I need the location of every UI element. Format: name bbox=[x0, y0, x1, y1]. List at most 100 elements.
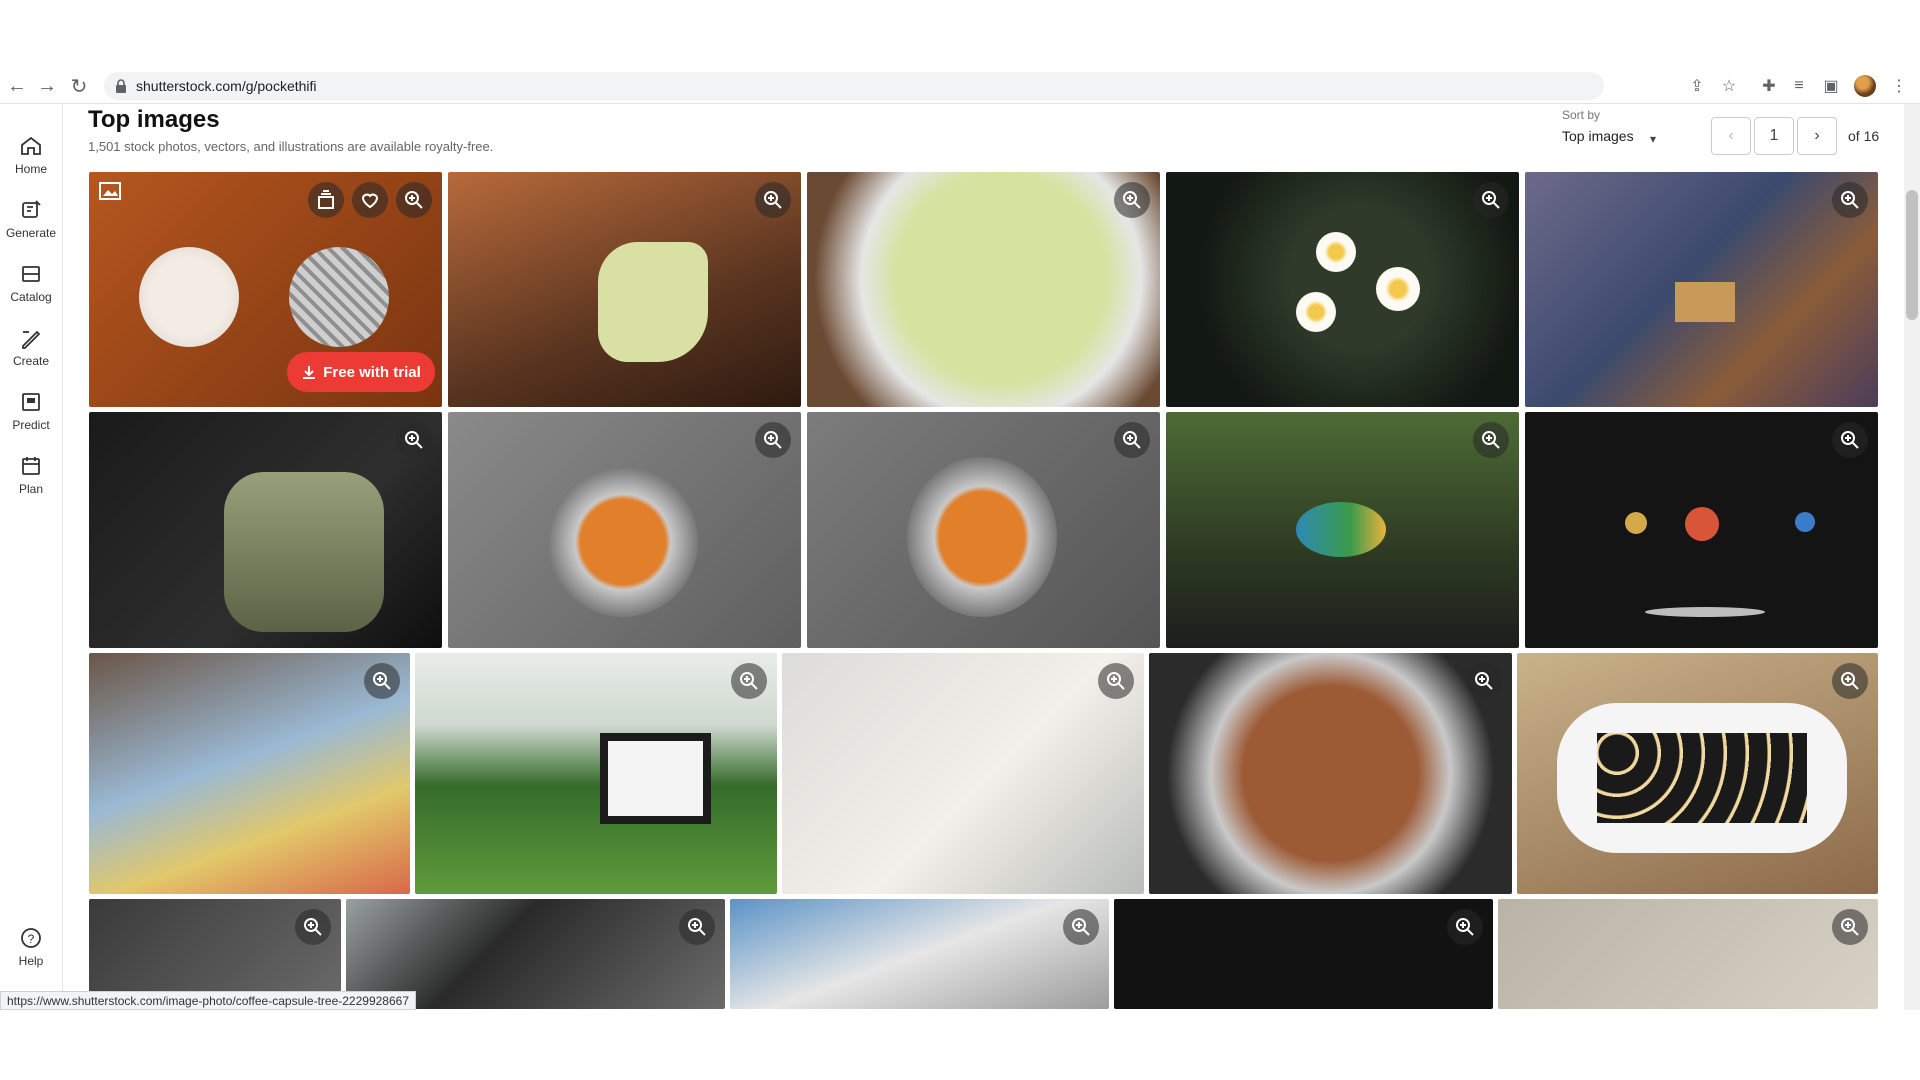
status-url: https://www.shutterstock.com/image-photo… bbox=[0, 991, 416, 1010]
sidebar-item-label: Help bbox=[18, 954, 44, 968]
address-bar[interactable]: shutterstock.com/g/pockethifi bbox=[104, 72, 1604, 100]
home-icon bbox=[21, 136, 41, 155]
image-content bbox=[1675, 282, 1735, 322]
image-content bbox=[1685, 507, 1719, 541]
image-tile[interactable] bbox=[1166, 412, 1519, 648]
image-content bbox=[1296, 292, 1336, 332]
sidebar-item-label: Plan bbox=[18, 482, 44, 496]
image-tile[interactable] bbox=[1166, 172, 1519, 407]
image-tile[interactable] bbox=[1498, 899, 1878, 1009]
free-with-trial-button[interactable]: Free with trial bbox=[287, 352, 435, 392]
image-tile[interactable] bbox=[448, 412, 801, 648]
zoom-icon[interactable] bbox=[396, 182, 432, 218]
trial-label: Free with trial bbox=[323, 363, 421, 381]
zoom-icon[interactable] bbox=[364, 663, 400, 699]
profile-avatar[interactable] bbox=[1854, 75, 1876, 97]
sidebar-item-generate[interactable]: Generate bbox=[0, 198, 62, 242]
image-tile[interactable] bbox=[1525, 172, 1878, 407]
svg-text:?: ? bbox=[28, 932, 35, 946]
zoom-icon[interactable] bbox=[1114, 422, 1150, 458]
page-title: Top images bbox=[88, 106, 220, 133]
image-tile[interactable]: Free with trial bbox=[89, 172, 442, 407]
heart-icon[interactable] bbox=[352, 182, 388, 218]
next-page-button[interactable]: › bbox=[1797, 117, 1837, 155]
image-type-icon bbox=[99, 182, 121, 200]
sidebar-item-create[interactable]: Create bbox=[0, 326, 62, 370]
zoom-icon[interactable] bbox=[1447, 909, 1483, 945]
zoom-icon[interactable] bbox=[755, 422, 791, 458]
image-content bbox=[1625, 512, 1647, 534]
image-content bbox=[289, 247, 389, 347]
chevron-down-icon[interactable]: ▾ bbox=[1650, 132, 1656, 146]
collection-icon[interactable] bbox=[308, 182, 344, 218]
image-tile[interactable] bbox=[807, 412, 1160, 648]
image-content bbox=[1597, 733, 1807, 823]
back-button[interactable]: ← bbox=[4, 73, 30, 99]
browser-toolbar: ← → ↻ shutterstock.com/g/pockethifi ⇪ ☆ … bbox=[0, 69, 1920, 104]
bookmark-star-icon[interactable]: ☆ bbox=[1718, 75, 1740, 97]
plan-icon bbox=[22, 457, 40, 475]
zoom-icon[interactable] bbox=[679, 909, 715, 945]
reload-button[interactable]: ↻ bbox=[66, 73, 92, 99]
zoom-icon[interactable] bbox=[731, 663, 767, 699]
extensions-icon[interactable]: ✚ bbox=[1758, 75, 1780, 97]
zoom-icon[interactable] bbox=[1473, 182, 1509, 218]
zoom-icon[interactable] bbox=[1063, 909, 1099, 945]
sidebar-item-help[interactable]: ? Help bbox=[0, 926, 62, 970]
image-content bbox=[1645, 607, 1765, 617]
image-tile[interactable] bbox=[89, 412, 442, 648]
zoom-icon[interactable] bbox=[1473, 422, 1509, 458]
sidebar-item-label: Generate bbox=[5, 226, 57, 240]
sidebar-item-plan[interactable]: Plan bbox=[0, 454, 62, 498]
image-content bbox=[907, 457, 1057, 617]
image-tile[interactable] bbox=[1149, 653, 1512, 894]
side-panel-icon[interactable]: ▣ bbox=[1820, 75, 1842, 97]
image-tile[interactable] bbox=[1114, 899, 1493, 1009]
page-number-input[interactable]: 1 bbox=[1754, 117, 1794, 155]
lock-icon bbox=[116, 79, 126, 93]
sidebar-item-home[interactable]: Home bbox=[0, 134, 62, 178]
zoom-icon[interactable] bbox=[1114, 182, 1150, 218]
zoom-icon[interactable] bbox=[396, 422, 432, 458]
zoom-icon[interactable] bbox=[1832, 909, 1868, 945]
forward-button[interactable]: → bbox=[34, 73, 60, 99]
zoom-icon[interactable] bbox=[755, 182, 791, 218]
zoom-icon[interactable] bbox=[1098, 663, 1134, 699]
scrollbar-thumb[interactable] bbox=[1906, 190, 1918, 320]
reading-list-icon[interactable]: ≡ bbox=[1788, 75, 1810, 97]
create-icon bbox=[22, 330, 41, 349]
image-content bbox=[600, 733, 711, 824]
predict-icon bbox=[22, 393, 40, 411]
zoom-icon[interactable] bbox=[295, 909, 331, 945]
sidebar-item-predict[interactable]: Predict bbox=[0, 390, 62, 434]
image-tile[interactable] bbox=[89, 653, 410, 894]
image-tile[interactable] bbox=[782, 653, 1144, 894]
zoom-icon[interactable] bbox=[1832, 182, 1868, 218]
sidebar-item-label: Catalog bbox=[10, 290, 52, 304]
image-content bbox=[1296, 502, 1386, 557]
zoom-icon[interactable] bbox=[1466, 663, 1502, 699]
image-tile[interactable] bbox=[415, 653, 777, 894]
download-icon bbox=[303, 366, 316, 379]
browser-menu-icon[interactable]: ⋮ bbox=[1888, 75, 1910, 97]
image-content bbox=[548, 467, 698, 617]
image-tile[interactable] bbox=[1517, 653, 1878, 894]
page-total: of 16 bbox=[1848, 128, 1880, 144]
zoom-icon[interactable] bbox=[1832, 422, 1868, 458]
sort-dropdown[interactable]: Top images bbox=[1562, 128, 1634, 144]
zoom-icon[interactable] bbox=[1832, 663, 1868, 699]
sidebar: Home Generate Catalog Create Predict Pla… bbox=[0, 104, 63, 1010]
generate-icon bbox=[22, 200, 41, 218]
image-tile[interactable] bbox=[448, 172, 801, 407]
image-tile[interactable] bbox=[1525, 412, 1878, 648]
sidebar-item-catalog[interactable]: Catalog bbox=[0, 262, 62, 306]
sort-label: Sort by bbox=[1562, 108, 1601, 122]
prev-page-button[interactable]: ‹ bbox=[1711, 117, 1751, 155]
image-content bbox=[139, 247, 239, 347]
image-tile[interactable] bbox=[730, 899, 1109, 1009]
image-tile[interactable] bbox=[807, 172, 1160, 407]
result-count: 1,501 stock photos, vectors, and illustr… bbox=[88, 139, 494, 154]
image-content bbox=[598, 242, 708, 362]
sidebar-item-label: Create bbox=[12, 354, 50, 368]
share-icon[interactable]: ⇪ bbox=[1686, 75, 1708, 97]
